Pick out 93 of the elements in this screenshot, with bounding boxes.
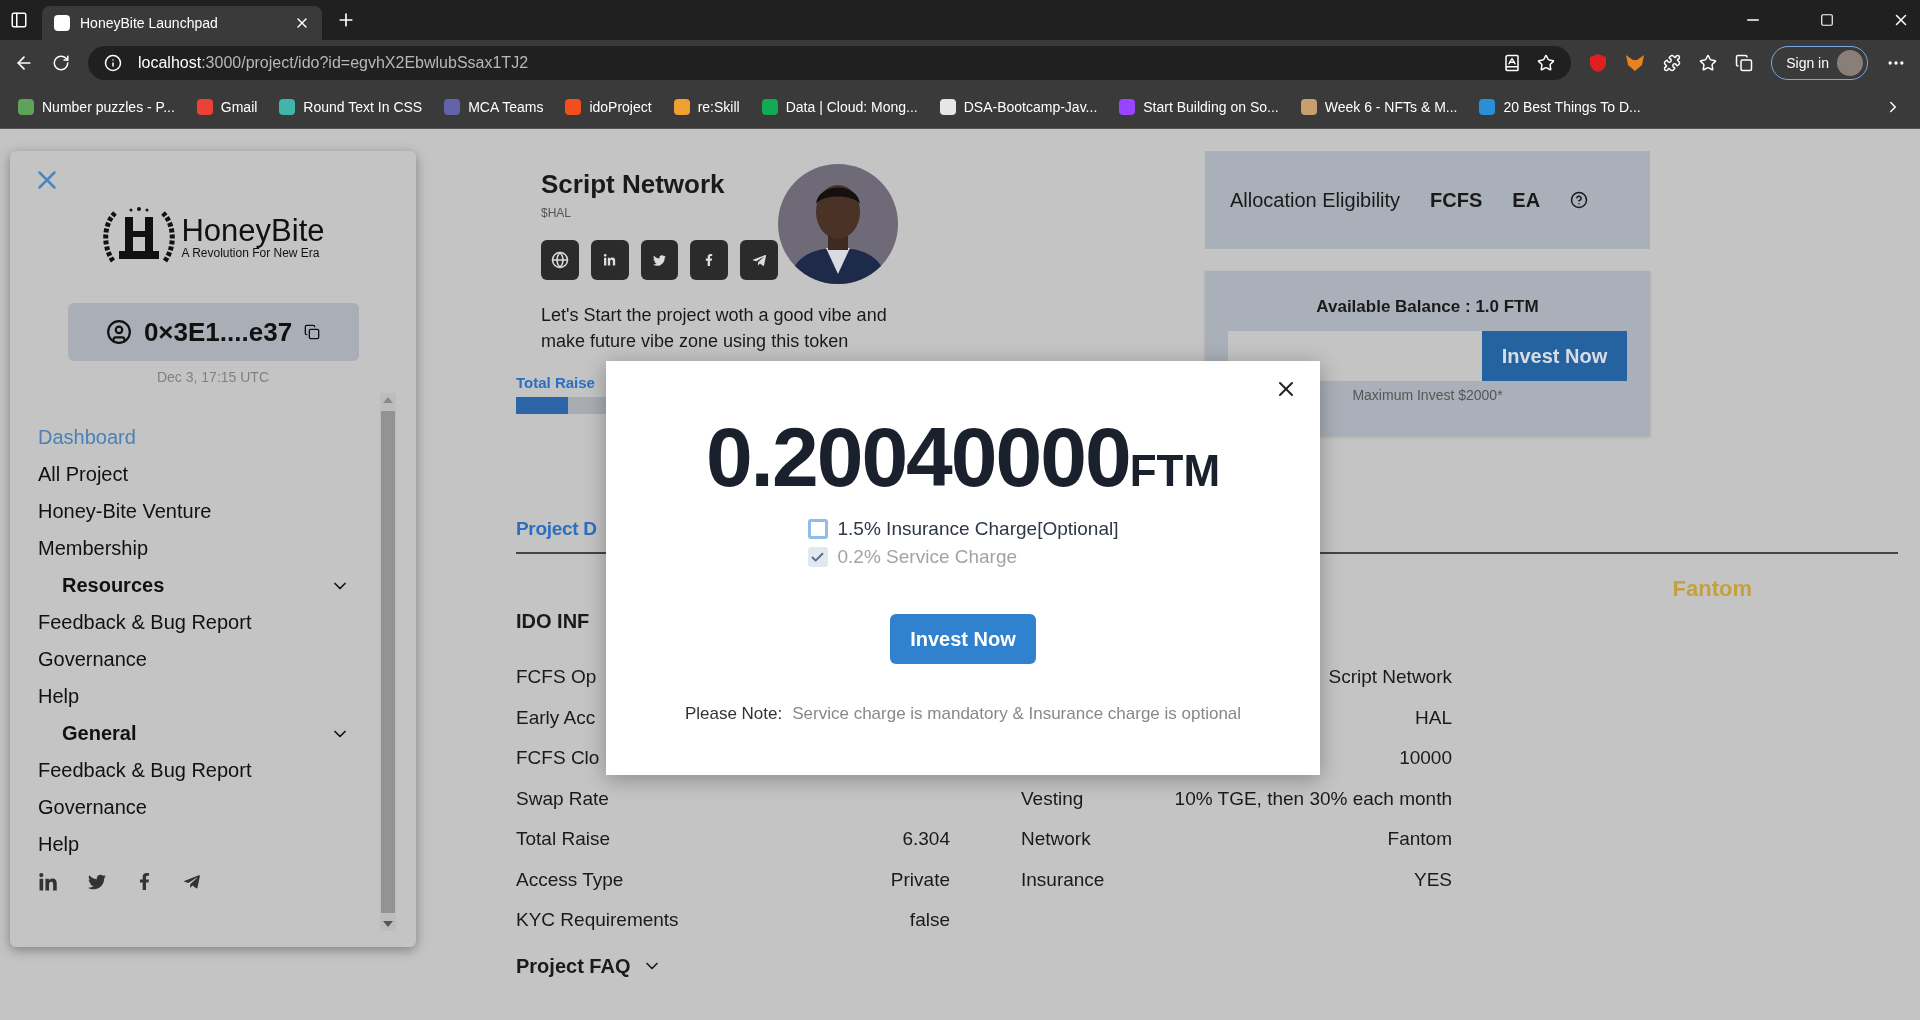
invest-button[interactable]: Invest Now [1482, 331, 1627, 381]
bookmark-link[interactable]: Week 6 - NFTs & M... [1300, 99, 1458, 115]
linkedin-icon[interactable] [38, 873, 58, 893]
note-label: Please Note: [684, 704, 783, 724]
nav-link[interactable]: Help [38, 678, 380, 715]
telegram-icon [751, 252, 767, 268]
checkbox[interactable] [807, 519, 828, 539]
info-value: 10% TGE, then 30% each month [1174, 787, 1452, 810]
globe-button[interactable] [541, 240, 579, 280]
info-value: YES [1413, 868, 1452, 891]
read-aloud-icon[interactable] [1503, 54, 1522, 72]
nav-link[interactable]: Help [38, 826, 380, 863]
max-invest-note: Maximum Invest $2000* [1352, 387, 1503, 403]
nav-link[interactable]: Governance [38, 641, 380, 678]
nav-link[interactable]: Governance [38, 789, 380, 826]
globe-icon [550, 251, 569, 269]
bookmark-link[interactable]: Start Building on So... [1119, 99, 1279, 115]
allocation-option: FCFS [1430, 188, 1483, 212]
extensions-icon[interactable] [1663, 54, 1682, 72]
bookmark-link[interactable]: Data | Cloud: Mong... [761, 99, 918, 115]
favorite-icon[interactable] [1537, 54, 1556, 72]
bookmark-link[interactable]: DSA-Bootcamp-Jav... [939, 99, 1098, 115]
balance-label: Available Balance : 1.0 FTM [1316, 297, 1539, 317]
info-value: Script Network [1328, 666, 1452, 689]
faq-toggle[interactable]: Project FAQ [516, 954, 663, 978]
sidebar-toggle-icon[interactable] [10, 11, 28, 29]
bookmark-link[interactable]: 20 Best Things To D... [1479, 99, 1641, 115]
allocation-label: Allocation Eligibility [1230, 188, 1401, 212]
invest-button[interactable]: Invest Now [890, 614, 1036, 664]
project-description: Let's Start the project woth a good vibe and make future vibe zone using this token [541, 304, 888, 353]
info-label: Total Raise [516, 828, 610, 851]
info-label: Insurance [1021, 868, 1105, 891]
section-title: IDO INF [516, 610, 591, 633]
nav-link[interactable]: Feedback & Bug Report [38, 752, 380, 789]
telegram-button[interactable] [740, 240, 778, 280]
bookmark-link[interactable]: MCA Teams [444, 99, 544, 115]
info-value: 10000 [1399, 747, 1452, 770]
project-ticker: $HAL [541, 206, 573, 220]
info-value: Private [890, 868, 950, 891]
invest-amount: 0.20040000 [705, 409, 1130, 506]
bookmark-link[interactable]: Round Text In CSS [279, 99, 423, 115]
section-header[interactable]: Resources [38, 567, 380, 604]
reload-icon[interactable] [52, 54, 70, 72]
facebook-button[interactable] [690, 240, 729, 280]
info-value: HAL [1415, 706, 1452, 729]
info-label: KYC Requirements [516, 909, 679, 932]
note-text: Service charge is mandatory & Insurance charge is optional [792, 704, 1242, 724]
nav-link[interactable]: Feedback & Bug Report [38, 604, 380, 641]
project-name: Script Network [541, 169, 726, 200]
brand-name: HoneyBite [181, 214, 325, 246]
collections-icon[interactable] [1735, 54, 1754, 72]
bookmark-link[interactable]: re:Skill [673, 99, 740, 115]
info-value: Fantom [1387, 828, 1452, 851]
help-icon[interactable] [1570, 191, 1589, 209]
checkbox-label: 1.5% Insurance Charge[Optional] [837, 518, 1119, 540]
nav-link[interactable]: All Project [38, 456, 380, 493]
bookmark-link[interactable]: Gmail [196, 99, 258, 115]
info-label: FCFS Op [516, 666, 597, 689]
nav-link[interactable]: Honey-Bite Venture [38, 493, 380, 530]
info-label: Network [1021, 828, 1091, 851]
browser-tab[interactable]: HoneyBite Launchpad [42, 6, 322, 40]
bookmark-link[interactable]: Number puzzles - P... [18, 99, 175, 115]
address-bar[interactable]: localhost:3000/project/ido?id=egvhX2EbwlubSsax1TJ2 [88, 46, 1572, 80]
user-icon [105, 319, 132, 345]
info-label: Swap Rate [516, 787, 609, 810]
network-label: Fantom [1672, 576, 1752, 602]
info-icon [104, 54, 122, 72]
checkbox-label: 0.2% Service Charge [837, 546, 1018, 568]
info-label: Early Acc [516, 706, 596, 729]
info-value: 6.304 [902, 828, 950, 851]
info-label: FCFS Clo [516, 747, 600, 770]
twitter-icon [653, 253, 666, 267]
linkedin-button[interactable] [590, 240, 629, 280]
wallet-button[interactable]: 0×3E1....e37 [67, 303, 359, 361]
section-header[interactable]: General [38, 715, 380, 752]
linkedin-icon [603, 253, 617, 267]
info-label: Vesting [1021, 787, 1084, 810]
fox-icon[interactable] [1625, 54, 1646, 72]
timestamp: Dec 3, 17:15 UTC [155, 369, 271, 385]
info-label: Access Type [516, 868, 624, 891]
twitter-button[interactable] [640, 240, 679, 280]
copy-icon[interactable] [304, 324, 321, 340]
amount-unit: FTM [1129, 446, 1221, 496]
total-raise-label: Total Raise [516, 374, 596, 391]
nav-link[interactable]: Membership [38, 530, 380, 567]
restore-icon[interactable] [1820, 13, 1834, 27]
tab-title: HoneyBite Launchpad [80, 15, 219, 31]
info-value: false [909, 909, 950, 932]
bookmark-link[interactable]: idoProject [565, 99, 652, 115]
scrollbar[interactable] [380, 393, 396, 931]
allocation-option: EA [1512, 188, 1541, 212]
favorites-icon[interactable] [1699, 54, 1718, 72]
favicon-icon [54, 15, 70, 31]
